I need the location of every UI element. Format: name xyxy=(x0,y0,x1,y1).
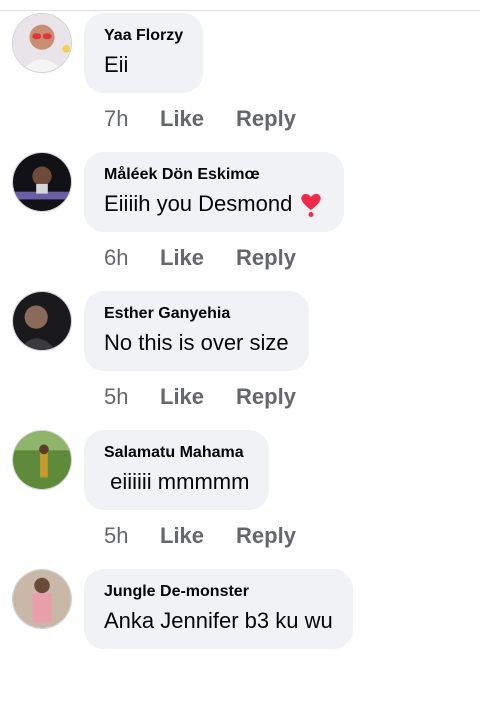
comment-item: Måléek Dön Eskimœ Eiiiih you Desmond 6h … xyxy=(0,152,480,291)
comment-author[interactable]: Jungle De-monster xyxy=(104,582,333,602)
comment-bubble: Jungle De-monster Anka Jennifer b3 ku wu xyxy=(84,569,353,649)
comment-item: Jungle De-monster Anka Jennifer b3 ku wu xyxy=(0,569,480,708)
avatar[interactable] xyxy=(12,291,72,351)
like-button[interactable]: Like xyxy=(160,523,204,549)
comment-bubble: Måléek Dön Eskimœ Eiiiih you Desmond xyxy=(84,152,345,232)
like-button[interactable]: Like xyxy=(160,384,204,410)
comment-actions: 5h Like Reply xyxy=(104,521,328,551)
comment-author[interactable]: Yaa Florzy xyxy=(104,26,183,46)
comment-time[interactable]: 7h xyxy=(104,106,160,132)
comment-time[interactable]: 6h xyxy=(104,245,160,271)
avatar[interactable] xyxy=(12,13,72,73)
reply-button[interactable]: Reply xyxy=(236,106,296,132)
comment-text: eiiiiii mmmmm xyxy=(104,469,250,494)
reply-button[interactable]: Reply xyxy=(236,523,296,549)
reply-button[interactable]: Reply xyxy=(236,245,296,271)
comment-item: Salamatu Mahama eiiiiii mmmmm 5h Like Re… xyxy=(0,430,480,569)
comment-bubble: Esther Ganyehia No this is over size xyxy=(84,291,309,371)
comment-bubble: Yaa Florzy Eii xyxy=(84,13,204,93)
comment-text: Anka Jennifer b3 ku wu xyxy=(104,608,333,633)
comment-actions: 6h Like Reply xyxy=(104,243,328,273)
comment-text-content: Eiiiih you Desmond xyxy=(104,191,293,216)
comment-time[interactable]: 5h xyxy=(104,523,160,549)
avatar[interactable] xyxy=(12,430,72,490)
comment-text: No this is over size xyxy=(104,330,289,355)
comment-item: Yaa Florzy Eii 7h Like Reply xyxy=(0,13,480,152)
comment-text: Eii xyxy=(104,52,129,77)
like-button[interactable]: Like xyxy=(160,245,204,271)
comment-author[interactable]: Måléek Dön Eskimœ xyxy=(104,165,324,185)
comment-author[interactable]: Salamatu Mahama xyxy=(104,443,249,463)
comment-item: Esther Ganyehia No this is over size 5h … xyxy=(0,291,480,430)
comment-actions: 7h Like Reply xyxy=(104,104,328,134)
comment-actions: 5h Like Reply xyxy=(104,382,328,412)
avatar[interactable] xyxy=(12,569,72,629)
avatar[interactable] xyxy=(12,152,72,212)
comment-time[interactable]: 5h xyxy=(104,384,160,410)
comment-text: Eiiiih you Desmond xyxy=(104,189,324,219)
reply-button[interactable]: Reply xyxy=(236,384,296,410)
comment-bubble: Salamatu Mahama eiiiiii mmmmm xyxy=(84,430,270,510)
comment-author[interactable]: Esther Ganyehia xyxy=(104,304,289,324)
like-button[interactable]: Like xyxy=(160,106,204,132)
heart-exclamation-icon xyxy=(301,193,322,217)
top-divider xyxy=(0,10,480,11)
